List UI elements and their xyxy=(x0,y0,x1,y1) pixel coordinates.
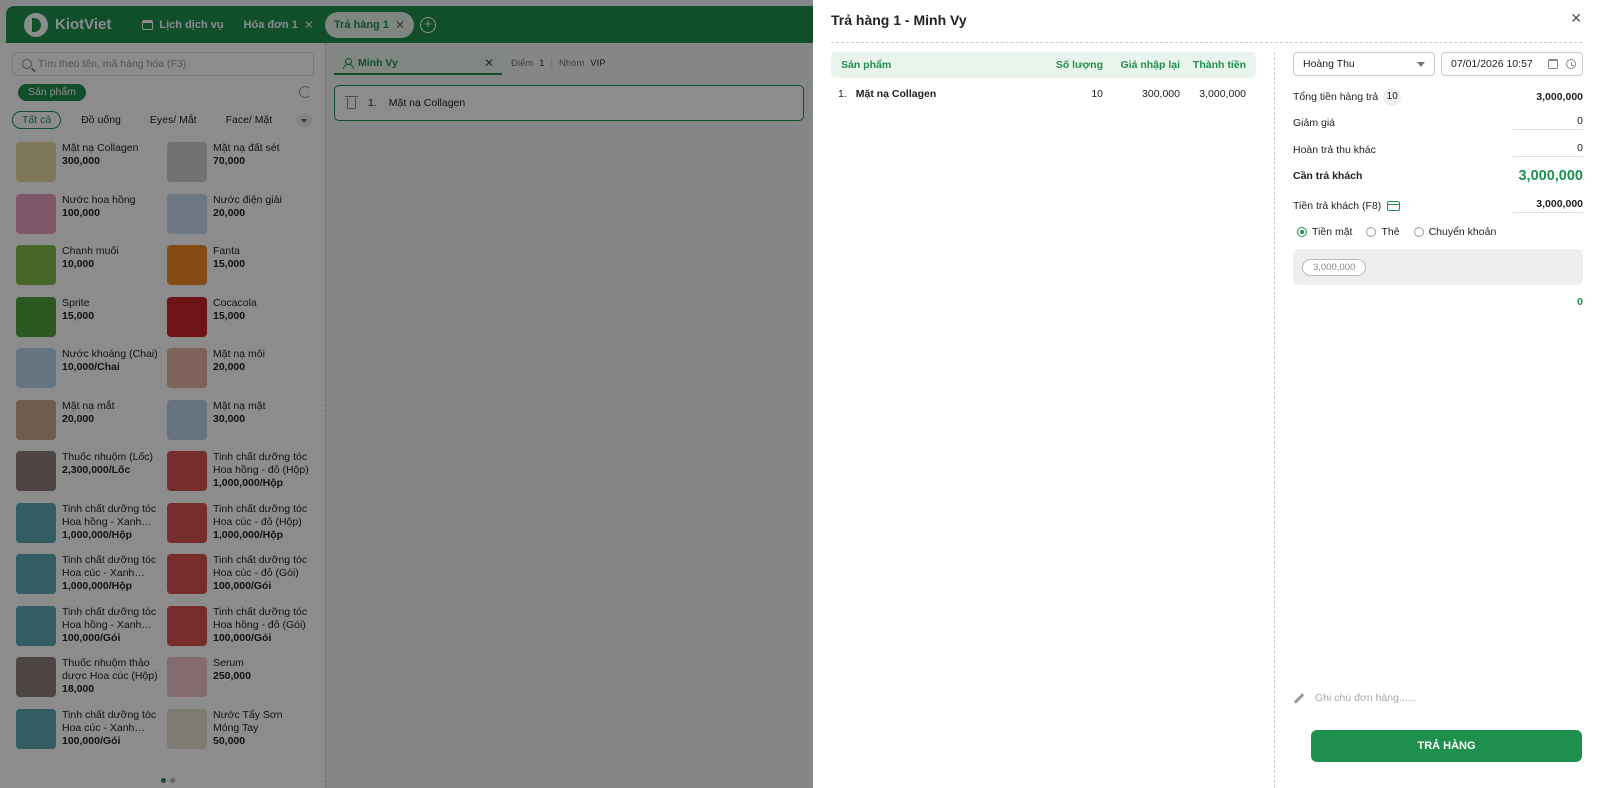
paid-input[interactable]: 3,000,000 xyxy=(1513,198,1583,213)
method-label: Chuyển khoản xyxy=(1428,226,1497,238)
method-cash[interactable]: Tiền mặt xyxy=(1297,226,1352,238)
method-transfer[interactable]: Chuyển khoản xyxy=(1413,226,1497,238)
discount-input[interactable]: 0 xyxy=(1513,115,1583,130)
row-qty[interactable]: 10 xyxy=(1026,88,1103,100)
credit-card-icon[interactable] xyxy=(1387,200,1401,211)
clock-icon[interactable] xyxy=(1566,59,1576,69)
header-qty: Số lượng xyxy=(1055,59,1103,71)
row-total: 3,000,000 xyxy=(1199,88,1246,100)
radio-selected-icon xyxy=(1297,227,1307,237)
staff-select[interactable]: Hoàng Thu xyxy=(1293,52,1435,76)
radio-icon xyxy=(1413,227,1424,237)
header-total: Thành tiền xyxy=(1192,59,1246,71)
row-product: 1. Mặt nạ Collagen xyxy=(831,88,1026,100)
row-index: 1. xyxy=(838,88,847,100)
method-card[interactable]: Thẻ xyxy=(1366,226,1400,238)
paid-label: Tiền trả khách (F8) xyxy=(1293,199,1382,212)
refund-other-input[interactable]: 0 xyxy=(1513,142,1583,157)
radio-icon xyxy=(1366,227,1377,237)
note-placeholder: Ghi chú đơn hàng...... xyxy=(1315,692,1417,704)
return-table-header: Sản phẩm Số lượng Giá nhập lại Thành tiề… xyxy=(831,52,1256,78)
summary-discount-row: Giảm giá 0 xyxy=(1293,115,1583,130)
return-dialog: Trả hàng 1 - Minh Vy ✕ Sản phẩm Số lượng… xyxy=(813,0,1600,788)
summary-refund-other-row: Hoàn trả thu khác 0 xyxy=(1293,142,1583,157)
payment-methods: Tiền mặt Thẻ Chuyển khoản xyxy=(1297,226,1496,238)
method-label: Tiền mặt xyxy=(1312,226,1353,238)
discount-label: Giảm giá xyxy=(1293,116,1336,129)
row-price[interactable]: 300,000 xyxy=(1103,88,1180,100)
summary-total-row: Tổng tiền hàng trả 10 3,000,000 xyxy=(1293,88,1583,106)
divider xyxy=(831,42,1582,43)
table-row[interactable]: 1. Mặt nạ Collagen 10 300,000 3,000,000 xyxy=(831,84,1256,104)
suggested-amounts: 3,000,000 xyxy=(1293,249,1583,285)
total-value: 3,000,000 xyxy=(1536,91,1583,103)
total-count-badge: 10 xyxy=(1383,88,1402,106)
summary-need-pay-row: Cần trả khách 3,000,000 xyxy=(1293,168,1583,184)
datetime-field[interactable]: 07/01/2026 10:57 xyxy=(1441,52,1583,76)
total-label: Tổng tiền hàng trả xyxy=(1293,91,1379,103)
method-label: Thẻ xyxy=(1381,226,1400,238)
change-value: 0 xyxy=(1577,296,1583,308)
calendar-icon[interactable] xyxy=(1548,59,1558,69)
order-note[interactable]: Ghi chú đơn hàng...... xyxy=(1293,692,1416,704)
pencil-icon xyxy=(1293,692,1305,704)
row-name: Mặt nạ Collagen xyxy=(855,88,937,100)
need-pay-value: 3,000,000 xyxy=(1518,168,1583,184)
suggested-amount-chip[interactable]: 3,000,000 xyxy=(1302,259,1367,276)
header-price: Giá nhập lại xyxy=(1120,59,1180,71)
return-submit-button[interactable]: TRẢ HÀNG xyxy=(1311,730,1582,762)
header-product: Sản phẩm xyxy=(841,59,892,71)
refund-other-label: Hoàn trả thu khác xyxy=(1293,143,1376,156)
close-icon[interactable]: ✕ xyxy=(1570,10,1582,27)
summary-paid-row: Tiền trả khách (F8) 3,000,000 xyxy=(1293,198,1583,213)
divider xyxy=(1274,52,1275,788)
need-pay-label: Cần trả khách xyxy=(1293,170,1363,182)
dialog-title: Trả hàng 1 - Minh Vy xyxy=(831,12,967,28)
datetime-value: 07/01/2026 10:57 xyxy=(1451,58,1533,70)
